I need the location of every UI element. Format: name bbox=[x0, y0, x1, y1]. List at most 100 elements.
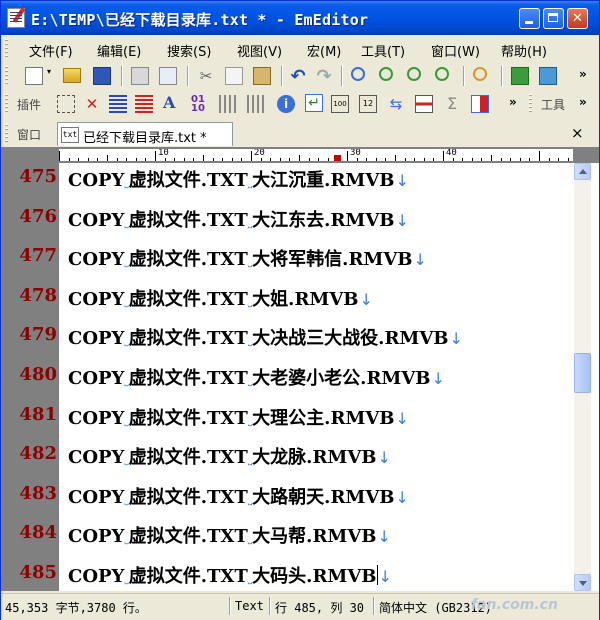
line-number[interactable]: 479 bbox=[1, 324, 57, 345]
wrap-toggle-icon[interactable]: ↵ bbox=[305, 94, 323, 112]
toolbar-overflow-icon[interactable]: » bbox=[509, 95, 517, 109]
ruler[interactable]: 10 20 30 40 bbox=[1, 147, 599, 163]
paste-icon[interactable] bbox=[253, 67, 271, 85]
toolbar-grip[interactable] bbox=[529, 94, 532, 114]
find-in-files-icon[interactable] bbox=[473, 67, 487, 81]
sort-asc-icon[interactable] bbox=[219, 95, 237, 113]
menu-edit[interactable]: 编辑(E) bbox=[97, 41, 141, 60]
line-target-file: 大决战三大战役.RMVB bbox=[252, 328, 449, 349]
new-dropdown-icon[interactable]: ▾ bbox=[47, 67, 51, 76]
text-line[interactable]: COPY˽虚拟文件.TXT˽大江沉重.RMVB↓ bbox=[68, 166, 409, 192]
sum-icon[interactable]: Σ bbox=[443, 94, 461, 113]
menu-help[interactable]: 帮助(H) bbox=[501, 41, 547, 60]
line-number[interactable]: 480 bbox=[1, 364, 57, 385]
menu-tools[interactable]: 工具(T) bbox=[361, 41, 405, 60]
select-box-icon[interactable] bbox=[57, 95, 75, 113]
toolbar-grip[interactable] bbox=[5, 66, 8, 86]
workspace-icon[interactable] bbox=[511, 67, 529, 85]
redo-icon[interactable]: ↷ bbox=[315, 66, 333, 87]
line-target-file: 大将军韩信.RMVB bbox=[252, 249, 413, 270]
line-number[interactable]: 483 bbox=[1, 483, 57, 504]
find-previous-icon[interactable] bbox=[407, 67, 421, 81]
ruler-tick bbox=[213, 158, 214, 161]
line-number[interactable]: 484 bbox=[1, 522, 57, 543]
ruler-toggle-icon[interactable]: 100 bbox=[331, 95, 349, 113]
title-bar[interactable]: E:\TEMP\已经下载目录库.txt * - EmEditor ✕ bbox=[1, 1, 599, 35]
scroll-up-button[interactable] bbox=[574, 163, 591, 180]
text-line[interactable]: COPY˽虚拟文件.TXT˽大老婆小老公.RMVB↓ bbox=[68, 364, 445, 390]
close-window-button[interactable]: ✕ bbox=[567, 8, 588, 29]
text-line[interactable]: COPY˽虚拟文件.TXT˽大码头.RMVB ↓ bbox=[68, 562, 392, 588]
find-next-icon[interactable] bbox=[379, 67, 393, 81]
close-tab-icon[interactable]: × bbox=[571, 124, 584, 142]
emeditor-app-icon[interactable] bbox=[7, 7, 26, 28]
delete-lines-icon[interactable]: ✕ bbox=[83, 95, 101, 113]
sort-desc-icon[interactable] bbox=[247, 95, 265, 113]
line-number-gutter[interactable]: 475 476 477 478 479 480 481 482 483 484 485 bbox=[1, 163, 59, 591]
binary-icon[interactable]: 01 10 bbox=[191, 95, 209, 114]
text-line[interactable]: COPY˽虚拟文件.TXT˽大马帮.RMVB↓ bbox=[68, 522, 391, 548]
compare-icon[interactable] bbox=[471, 95, 489, 113]
menu-view[interactable]: 视图(V) bbox=[237, 41, 282, 60]
menu-file[interactable]: 文件(F) bbox=[29, 41, 73, 60]
new-file-icon[interactable] bbox=[25, 67, 43, 85]
save-icon[interactable] bbox=[93, 67, 111, 85]
maximize-button[interactable] bbox=[543, 8, 564, 29]
minimize-button[interactable] bbox=[519, 8, 540, 29]
font-icon[interactable]: A bbox=[163, 93, 181, 112]
line-source-file: 虚拟文件.TXT bbox=[128, 566, 248, 587]
info-icon[interactable]: i bbox=[277, 95, 295, 113]
ruler-tick bbox=[405, 158, 406, 161]
toolbar-grip[interactable] bbox=[5, 94, 8, 114]
line-number[interactable]: 476 bbox=[1, 206, 57, 227]
ruler-tick bbox=[309, 158, 310, 161]
status-position[interactable]: 行 485, 列 30 bbox=[275, 599, 364, 616]
menu-search[interactable]: 搜索(S) bbox=[167, 41, 211, 60]
replace-icon[interactable] bbox=[435, 67, 449, 81]
line-number[interactable]: 485 bbox=[1, 562, 57, 583]
print-icon[interactable] bbox=[131, 67, 149, 85]
print-preview-icon[interactable] bbox=[159, 67, 177, 85]
line-number[interactable]: 481 bbox=[1, 404, 57, 425]
ruler-tick bbox=[289, 158, 290, 161]
copy-icon[interactable] bbox=[225, 67, 243, 85]
line-command: COPY bbox=[68, 170, 125, 191]
line-command: COPY bbox=[68, 408, 125, 429]
tab-document[interactable]: txt 已经下载目录库.txt * bbox=[57, 122, 233, 146]
tab-bar: 窗口 txt 已经下载目录库.txt * × bbox=[1, 121, 599, 147]
highlight-icon[interactable] bbox=[415, 95, 433, 113]
status-mode[interactable]: Text bbox=[235, 599, 264, 613]
toolbar-overflow-icon[interactable]: » bbox=[579, 95, 587, 109]
project-icon[interactable] bbox=[539, 67, 557, 85]
undo-icon[interactable]: ↶ bbox=[289, 66, 307, 87]
line-number[interactable]: 478 bbox=[1, 285, 57, 306]
text-line[interactable]: COPY˽虚拟文件.TXT˽大姐.RMVB↓ bbox=[68, 285, 373, 311]
ruler-tick bbox=[261, 158, 262, 161]
open-folder-icon[interactable] bbox=[63, 68, 81, 83]
text-line[interactable]: COPY˽虚拟文件.TXT˽大将军韩信.RMVB↓ bbox=[68, 245, 427, 271]
line-number[interactable]: 475 bbox=[1, 166, 57, 187]
line-numbers-icon[interactable]: 12 bbox=[359, 95, 377, 113]
line-number[interactable]: 477 bbox=[1, 245, 57, 266]
find-icon[interactable] bbox=[351, 67, 365, 81]
tabbar-grip[interactable] bbox=[5, 124, 8, 144]
convert-icon[interactable]: ⇆ bbox=[387, 95, 405, 113]
vertical-scrollbar[interactable] bbox=[574, 163, 591, 591]
text-line[interactable]: COPY˽虚拟文件.TXT˽大龙脉.RMVB↓ bbox=[68, 443, 391, 469]
menu-grip[interactable] bbox=[5, 39, 8, 59]
ruler-tick bbox=[366, 158, 367, 161]
text-line[interactable]: COPY˽虚拟文件.TXT˽大理公主.RMVB↓ bbox=[68, 404, 409, 430]
text-line[interactable]: COPY˽虚拟文件.TXT˽大决战三大战役.RMVB↓ bbox=[68, 324, 463, 350]
cut-icon[interactable]: ✂ bbox=[197, 67, 215, 85]
list-remove-icon[interactable] bbox=[135, 95, 153, 113]
text-editor[interactable]: 475 476 477 478 479 480 481 482 483 484 485 COPY˽虚… bbox=[1, 163, 599, 591]
toolbar-overflow-icon[interactable]: » bbox=[579, 67, 587, 81]
text-line[interactable]: COPY˽虚拟文件.TXT˽大路朝天.RMVB↓ bbox=[68, 483, 409, 509]
menu-window[interactable]: 窗口(W) bbox=[431, 41, 480, 60]
scroll-down-button[interactable] bbox=[574, 574, 591, 591]
text-line[interactable]: COPY˽虚拟文件.TXT˽大江东去.RMVB↓ bbox=[68, 206, 409, 232]
scroll-thumb[interactable] bbox=[574, 353, 591, 393]
line-number[interactable]: 482 bbox=[1, 443, 57, 464]
menu-macro[interactable]: 宏(M) bbox=[307, 41, 341, 60]
list-icon[interactable] bbox=[109, 95, 127, 113]
